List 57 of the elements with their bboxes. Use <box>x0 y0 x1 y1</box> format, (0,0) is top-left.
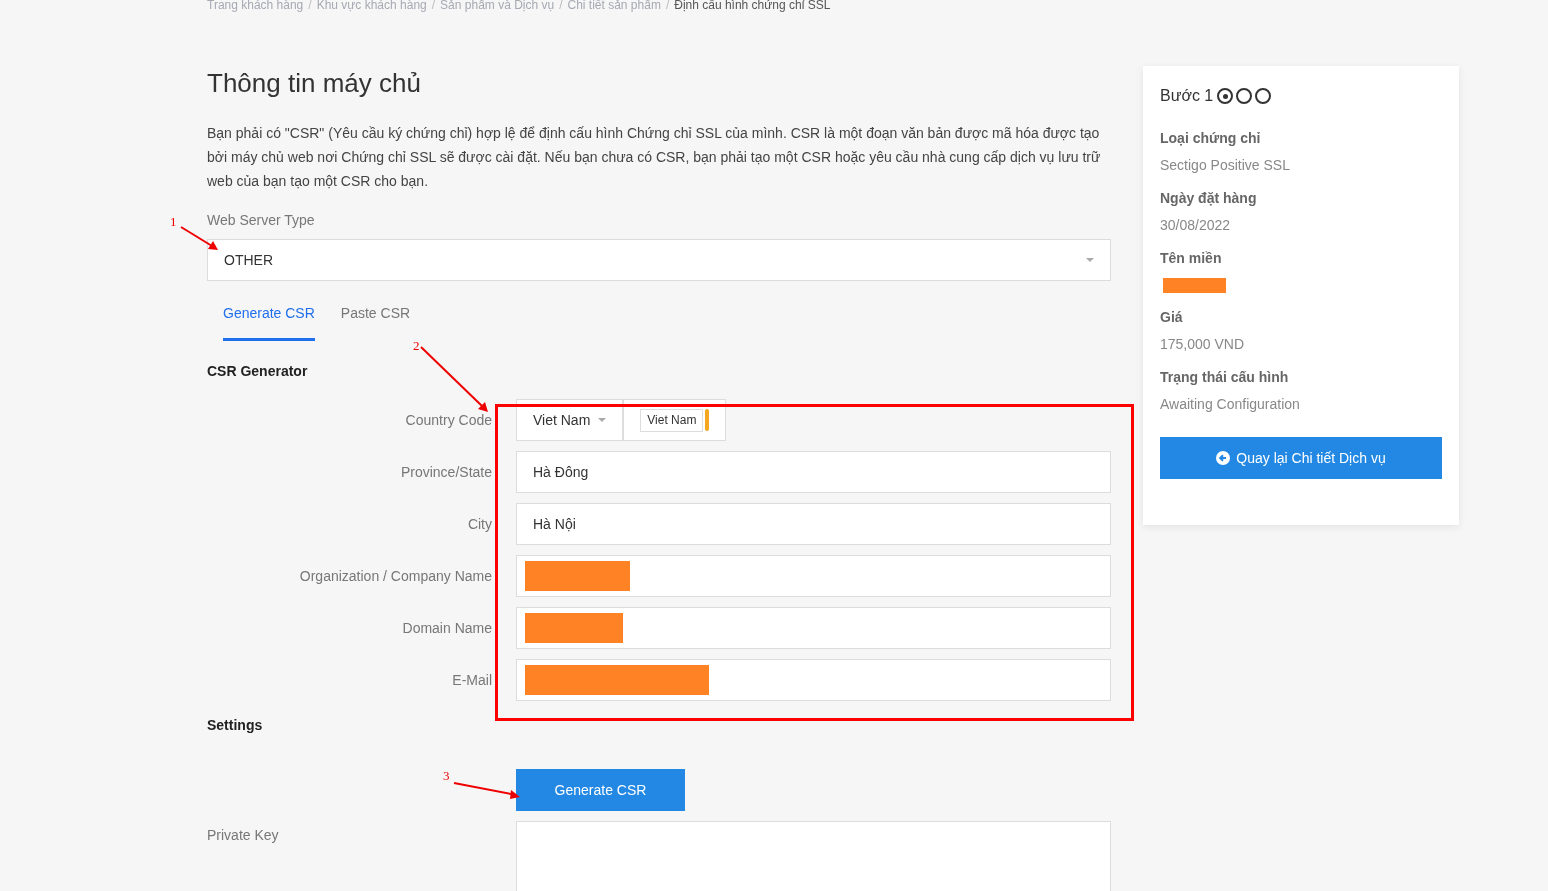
caret-icon <box>1086 258 1094 262</box>
breadcrumb-current: Định cấu hình chứng chỉ SSL <box>674 0 831 11</box>
annotation-arrow <box>180 226 220 252</box>
section-heading: CSR Generator <box>207 362 309 381</box>
annotation-number: 1 <box>170 213 177 231</box>
back-button[interactable]: Quay lại Chi tiết Dịch vụ <box>1160 437 1442 479</box>
tab[interactable]: Paste CSR <box>340 301 411 341</box>
redaction-block <box>1163 277 1226 293</box>
text-input[interactable]: Hà Đông <box>516 451 1111 493</box>
detail-label: Tên miền <box>1160 249 1223 268</box>
text-input[interactable] <box>516 607 1111 649</box>
breadcrumb-separator: / <box>665 0 670 11</box>
breadcrumb-link[interactable]: Sản phẩm và Dịch vụ <box>440 0 555 11</box>
caret-icon <box>598 418 607 422</box>
web-server-select[interactable]: OTHER <box>207 239 1111 281</box>
detail-value: 30/08/2022 <box>1160 216 1232 235</box>
annotation-number: 3 <box>443 767 450 785</box>
intro-paragraph: Bạn phải có "CSR" (Yêu cầu ký chứng chỉ) hợp lệ để định cấu hình Chứng chỉ SSL của mình. CSR là một đoạn văn bản được mã hóa được tạo bởi máy chủ web nơi Chứng chỉ SSL sẽ được cài đặt. Nếu bạn chưa có CSR, bạn phải tạo một CSR hoặc yêu cầu nhà cung cấp dịch vụ lưu trữ web của bạn tạo một CSR cho bạn. <box>207 124 1102 191</box>
text-input[interactable]: Hà Nội <box>516 503 1111 545</box>
section-heading: Settings <box>207 716 264 735</box>
breadcrumb-separator: / <box>431 0 436 11</box>
text-input[interactable] <box>516 555 1111 597</box>
step-radio[interactable] <box>1236 88 1253 104</box>
field-label: Domain Name <box>401 618 492 638</box>
detail-value: Awaiting Configuration <box>1160 395 1301 414</box>
field-label: Province/State <box>399 462 492 482</box>
step-radio[interactable] <box>1255 88 1272 104</box>
field-label: Organization / Company Name <box>298 566 492 586</box>
annotation-arrow <box>420 346 490 414</box>
breadcrumb-link[interactable]: Khu vực khách hàng <box>316 0 427 11</box>
breadcrumb-link[interactable]: Trang khách hàng <box>207 0 304 11</box>
tab[interactable]: Generate CSR <box>223 301 315 341</box>
field-label: Private Key <box>207 826 280 845</box>
detail-label: Giá <box>1160 308 1184 327</box>
generate-csr-button[interactable]: Generate CSR <box>516 769 685 811</box>
breadcrumb-link[interactable]: Chi tiết sản phẩm <box>567 0 661 11</box>
detail-value: 175,000 VND <box>1160 335 1246 354</box>
scrollbar-thumb <box>705 409 710 431</box>
country-select[interactable]: Viet Nam <box>516 399 624 441</box>
detail-value: Sectigo Positive SSL <box>1160 156 1291 175</box>
annotation-number: 2 <box>413 337 420 355</box>
breadcrumb-separator: / <box>559 0 563 11</box>
field-label: E-Mail <box>451 670 492 690</box>
field-label: Web Server Type <box>207 211 316 230</box>
detail-label: Loại chứng chỉ <box>1160 129 1262 148</box>
country-search-field[interactable]: Viet Nam <box>640 408 704 432</box>
breadcrumb-separator: / <box>308 0 312 11</box>
step-radio[interactable] <box>1217 88 1234 104</box>
step-label: Bước 1 <box>1160 86 1214 106</box>
field-label: City <box>466 514 492 534</box>
text-input[interactable] <box>516 659 1111 701</box>
detail-label: Ngày đặt hàng <box>1160 189 1258 208</box>
arrow-left-circle-icon <box>1216 451 1231 465</box>
annotation-arrow <box>453 782 521 800</box>
page-title: Thông tin máy chủ <box>207 68 422 98</box>
detail-label: Trạng thái cấu hình <box>1160 368 1290 387</box>
field-label: Country Code <box>404 410 492 430</box>
